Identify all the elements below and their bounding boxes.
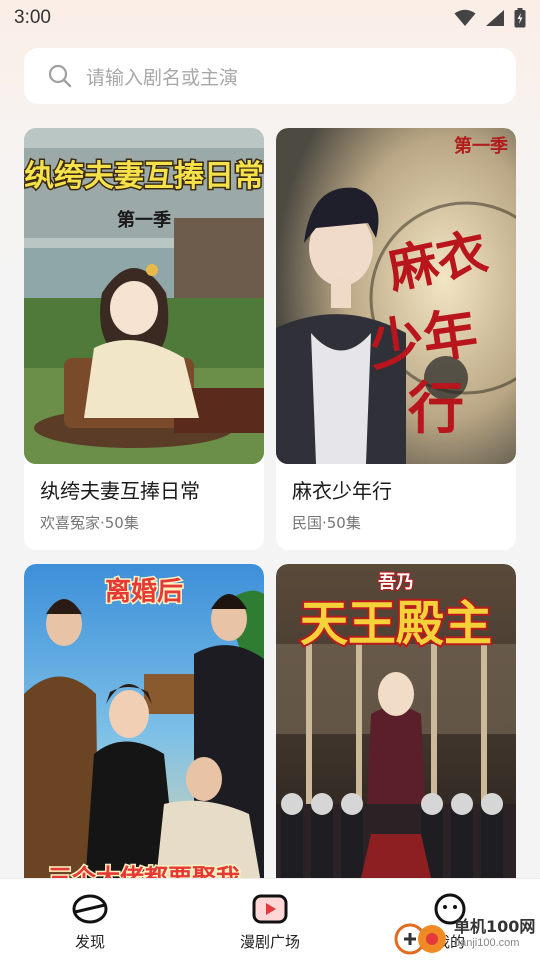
play-square-icon <box>252 894 288 924</box>
svg-text:离婚后: 离婚后 <box>105 576 183 607</box>
drama-cover[interactable]: 纨绔夫妻互捧日常 第一季 <box>24 128 264 464</box>
svg-text:纨绔夫妻互捧日常: 纨绔夫妻互捧日常 <box>24 159 264 194</box>
drama-title: 纨绔夫妻互捧日常 <box>40 479 200 503</box>
discover-icon <box>72 894 108 924</box>
cover-title-art: 第一季 麻衣 少年 行 <box>366 135 508 442</box>
drama-card[interactable]: 第一季 麻衣 少年 行 麻衣少年行 民国·50集 <box>276 128 516 550</box>
svg-text:第一季: 第一季 <box>117 209 171 231</box>
cover-title-art: 纨绔夫妻互捧日常 第一季 <box>24 158 264 232</box>
drama-grid: 纨绔夫妻互捧日常 第一季 纨绔夫妻互捧日常 欢喜冤家·50集 第一季 麻衣 少年… <box>24 128 516 894</box>
drama-card[interactable]: 离婚后 三个大佬都要娶我 <box>24 564 264 894</box>
watermark-sub: danji100.com <box>454 937 520 949</box>
svg-text:第一季: 第一季 <box>454 135 508 157</box>
cover-title-art: 吾乃 天王殿主 <box>298 571 494 654</box>
status-icons <box>454 8 526 28</box>
drama-cover[interactable]: 吾乃 天王殿主 <box>276 564 516 894</box>
search-input[interactable]: 请输入剧名或主演 <box>24 48 516 104</box>
tab-label: 漫剧广场 <box>239 933 300 951</box>
drama-card[interactable]: 纨绔夫妻互捧日常 第一季 纨绔夫妻互捧日常 欢喜冤家·50集 <box>24 128 264 550</box>
tab-label: 发现 <box>74 933 105 951</box>
battery-icon <box>514 8 526 28</box>
watermark: 单机100网 danji100.com <box>390 912 540 958</box>
drama-cover[interactable]: 离婚后 三个大佬都要娶我 <box>24 564 264 894</box>
watermark-logo-icon <box>394 923 446 955</box>
drama-title: 麻衣少年行 <box>292 479 392 503</box>
drama-meta: 民国·50集 <box>292 514 361 532</box>
tab-drama-plaza[interactable]: 漫剧广场 <box>200 893 340 952</box>
svg-text:麻衣: 麻衣 <box>383 223 493 301</box>
status-bar: 3:00 <box>0 0 540 36</box>
cover-title-art: 离婚后 三个大佬都要娶我 <box>47 575 242 894</box>
svg-text:吾乃: 吾乃 <box>378 572 414 593</box>
svg-text:少年: 少年 <box>366 301 482 378</box>
wifi-icon <box>454 9 476 26</box>
signal-icon <box>486 10 504 26</box>
watermark-main: 单机100网 <box>454 917 536 936</box>
search-icon <box>48 64 72 88</box>
tab-discover[interactable]: 发现 <box>20 893 160 952</box>
svg-text:行: 行 <box>408 377 464 442</box>
drama-card[interactable]: 吾乃 天王殿主 <box>276 564 516 894</box>
drama-meta: 欢喜冤家·50集 <box>40 514 139 532</box>
drama-cover[interactable]: 第一季 麻衣 少年 行 <box>276 128 516 464</box>
status-time: 3:00 <box>14 7 51 28</box>
search-placeholder: 请输入剧名或主演 <box>86 66 239 89</box>
svg-text:天王殿主: 天王殿主 <box>300 596 492 652</box>
